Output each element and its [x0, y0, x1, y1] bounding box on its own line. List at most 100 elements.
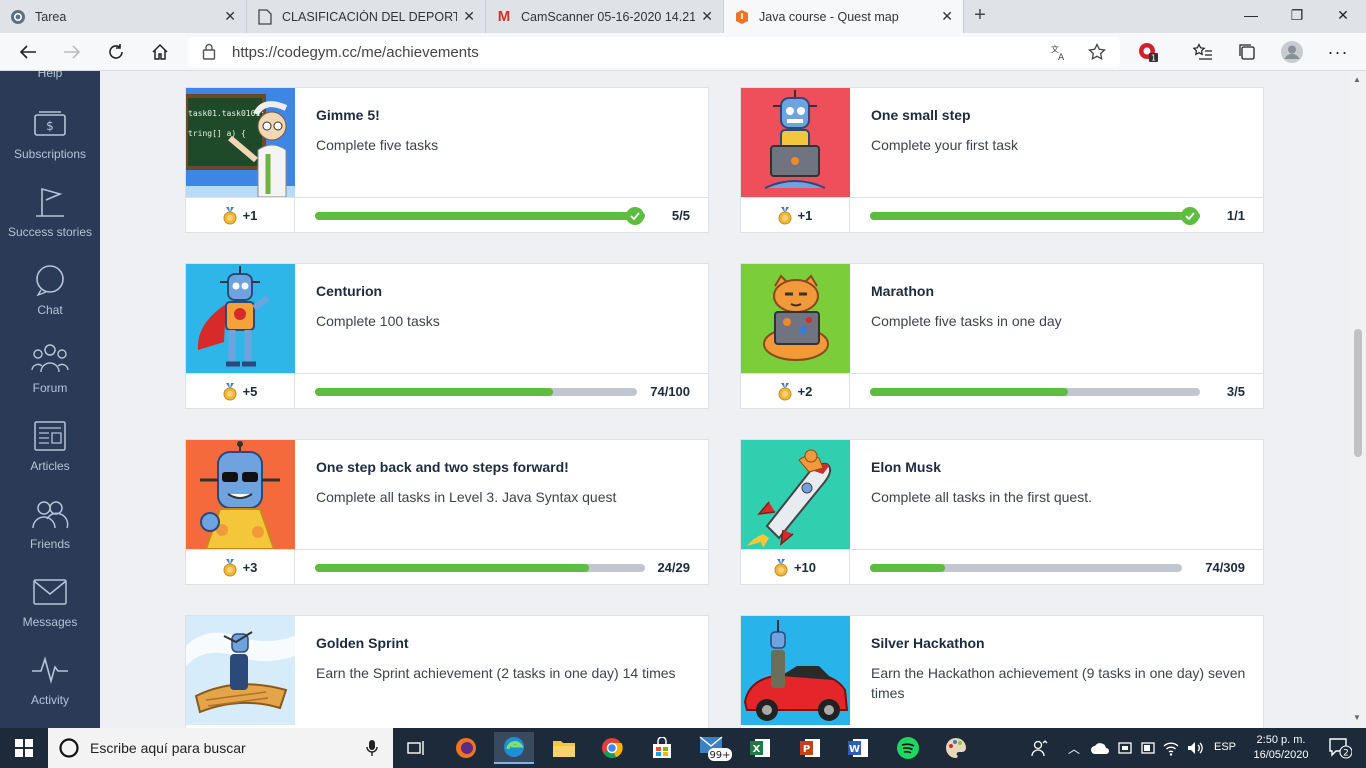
scroll-up-arrow-icon[interactable]: ▲: [1353, 75, 1361, 84]
notification-count: 2: [1343, 749, 1349, 759]
achievement-footer: +10 74/309: [741, 549, 1263, 585]
show-hidden-icons-chevron-icon[interactable]: ︿: [1068, 740, 1080, 757]
envelope-icon: [0, 575, 100, 609]
favorites-button[interactable]: [1189, 39, 1217, 65]
tab-clasificacion[interactable]: CLASIFICACIÓN DEL DEPORTE.p ✕: [247, 0, 486, 33]
achievement-card-centurion[interactable]: Centurion Complete 100 tasks +5 74/100: [185, 263, 709, 409]
network-device-icon[interactable]: [1116, 740, 1134, 756]
scroll-down-arrow-icon[interactable]: ▼: [1353, 713, 1361, 722]
tab-close-icon[interactable]: ✕: [941, 8, 953, 25]
achievement-title: One small step: [871, 107, 971, 123]
volume-icon[interactable]: [1186, 739, 1204, 757]
sidebar-item-forum[interactable]: Forum: [0, 341, 100, 395]
tab-close-icon[interactable]: ✕: [463, 8, 475, 25]
language-indicator[interactable]: ESP: [1214, 741, 1236, 753]
achievement-card-one-step-back[interactable]: One step back and two steps forward! Com…: [185, 439, 709, 585]
achievement-card-golden-sprint[interactable]: Golden Sprint Earn the Sprint achievemen…: [185, 615, 709, 728]
edge-icon: [504, 737, 524, 757]
people-button[interactable]: [1020, 732, 1060, 764]
back-button[interactable]: [14, 39, 42, 65]
onedrive-cloud-icon[interactable]: [1090, 741, 1110, 755]
sidebar-item-friends[interactable]: Friends: [0, 497, 100, 551]
favorite-star-icon[interactable]: [1088, 42, 1106, 66]
achievement-title: Gimme 5!: [316, 107, 380, 123]
task-view-button[interactable]: [396, 732, 436, 764]
edge-taskbar-button[interactable]: [494, 732, 534, 764]
chat-bubble-icon: [0, 263, 100, 297]
mail-taskbar-button[interactable]: 99+: [694, 732, 734, 764]
battery-icon[interactable]: [1140, 740, 1156, 756]
collections-button[interactable]: [1233, 39, 1261, 65]
close-window-button[interactable]: ✕: [1320, 0, 1366, 33]
dollar-bill-icon: $: [0, 107, 100, 141]
achievement-description: Earn the Sprint achievement (2 tasks in …: [316, 665, 676, 681]
achievement-card-marathon[interactable]: Marathon Complete five tasks in one day …: [740, 263, 1264, 409]
maximize-button[interactable]: ❐: [1274, 0, 1320, 33]
address-field[interactable]: https://codegym.cc/me/achievements 文A: [188, 37, 1120, 67]
paint-taskbar-button[interactable]: [936, 732, 976, 764]
settings-menu-button[interactable]: ···: [1324, 39, 1352, 65]
achievement-card-gimme-5[interactable]: task01.task0101; tring[] a) { Gimme 5! C…: [185, 87, 709, 233]
start-button[interactable]: [4, 732, 44, 764]
address-toolbar: https://codegym.cc/me/achievements 文A 1 …: [0, 33, 1366, 71]
scrollbar-thumb[interactable]: [1354, 329, 1362, 457]
minimize-button[interactable]: —: [1228, 0, 1274, 33]
sidebar-item-subscriptions[interactable]: $ Subscriptions: [0, 107, 100, 161]
progress-count: 3/5: [1226, 384, 1245, 399]
sidebar-item-articles[interactable]: Articles: [0, 419, 100, 473]
sidebar-item-messages[interactable]: Messages: [0, 575, 100, 629]
paint-palette-icon: [946, 738, 966, 758]
progress-count: 1/1: [1226, 208, 1245, 223]
achievement-card-one-small-step[interactable]: One small step Complete your first task …: [740, 87, 1264, 233]
new-tab-button[interactable]: +: [968, 4, 992, 28]
achievement-footer: +1 1/1: [741, 197, 1263, 233]
tab-close-icon[interactable]: ✕: [224, 8, 236, 25]
sidebar-item-help[interactable]: Help: [0, 71, 100, 80]
progress-bar: [315, 388, 637, 396]
wifi-icon[interactable]: [1162, 739, 1180, 757]
forward-button[interactable]: [58, 39, 86, 65]
sidebar-item-activity[interactable]: Activity: [0, 653, 100, 707]
excel-taskbar-button[interactable]: X: [740, 732, 780, 764]
word-icon: W: [848, 739, 868, 757]
achievement-card-elon-musk[interactable]: Elon Musk Complete all tasks in the firs…: [740, 439, 1264, 585]
profile-button[interactable]: [1278, 39, 1306, 65]
refresh-button[interactable]: [102, 39, 130, 65]
tab-camscanner[interactable]: M CamScanner 05-16-2020 14.21.5 ✕: [486, 0, 724, 33]
clock[interactable]: 2:50 p. m. 16/05/2020: [1248, 733, 1314, 763]
tab-title: Java course - Quest map: [759, 9, 899, 24]
sidebar-item-success-stories[interactable]: Success stories: [0, 185, 100, 239]
spotify-taskbar-button[interactable]: [888, 732, 928, 764]
achievement-description: Complete five tasks in one day: [871, 313, 1062, 329]
spotify-icon: [897, 737, 919, 759]
file-explorer-taskbar-button[interactable]: [544, 732, 584, 764]
achievement-card-silver-hackathon[interactable]: Silver Hackathon Earn the Hackathon achi…: [740, 615, 1264, 728]
achievement-illustration: [186, 264, 295, 373]
progress-count: 74/100: [650, 384, 690, 399]
friends-icon: [0, 497, 100, 531]
word-taskbar-button[interactable]: W: [838, 732, 878, 764]
firefox-taskbar-button[interactable]: [446, 732, 486, 764]
extension-button[interactable]: 1: [1134, 39, 1162, 65]
tab-close-icon[interactable]: ✕: [701, 8, 713, 25]
translate-icon[interactable]: 文A: [1050, 43, 1068, 66]
checkmark-icon: [626, 207, 644, 225]
progress-bar: [870, 207, 1200, 225]
home-button[interactable]: [146, 39, 174, 65]
achievement-footer: +3 24/29: [186, 549, 708, 585]
store-taskbar-button[interactable]: [642, 732, 682, 764]
chrome-taskbar-button[interactable]: [592, 732, 632, 764]
reward-badge: +1: [741, 198, 850, 233]
task-view-icon: [407, 741, 424, 755]
microphone-icon[interactable]: [366, 739, 378, 757]
notification-center-button[interactable]: 2: [1320, 732, 1360, 764]
reward-points: +5: [242, 384, 258, 399]
document-favicon-icon: [257, 8, 273, 25]
sidebar-item-chat[interactable]: Chat: [0, 263, 100, 317]
taskbar-search-box[interactable]: Escribe aquí para buscar: [48, 728, 393, 768]
page-scrollbar[interactable]: ▲ ▼: [1350, 71, 1366, 728]
tab-java-course[interactable]: Java course - Quest map ✕: [724, 0, 964, 33]
tab-tarea[interactable]: Tarea ✕: [0, 0, 247, 33]
sidebar-item-label: Messages: [22, 615, 78, 629]
powerpoint-taskbar-button[interactable]: P: [790, 732, 830, 764]
